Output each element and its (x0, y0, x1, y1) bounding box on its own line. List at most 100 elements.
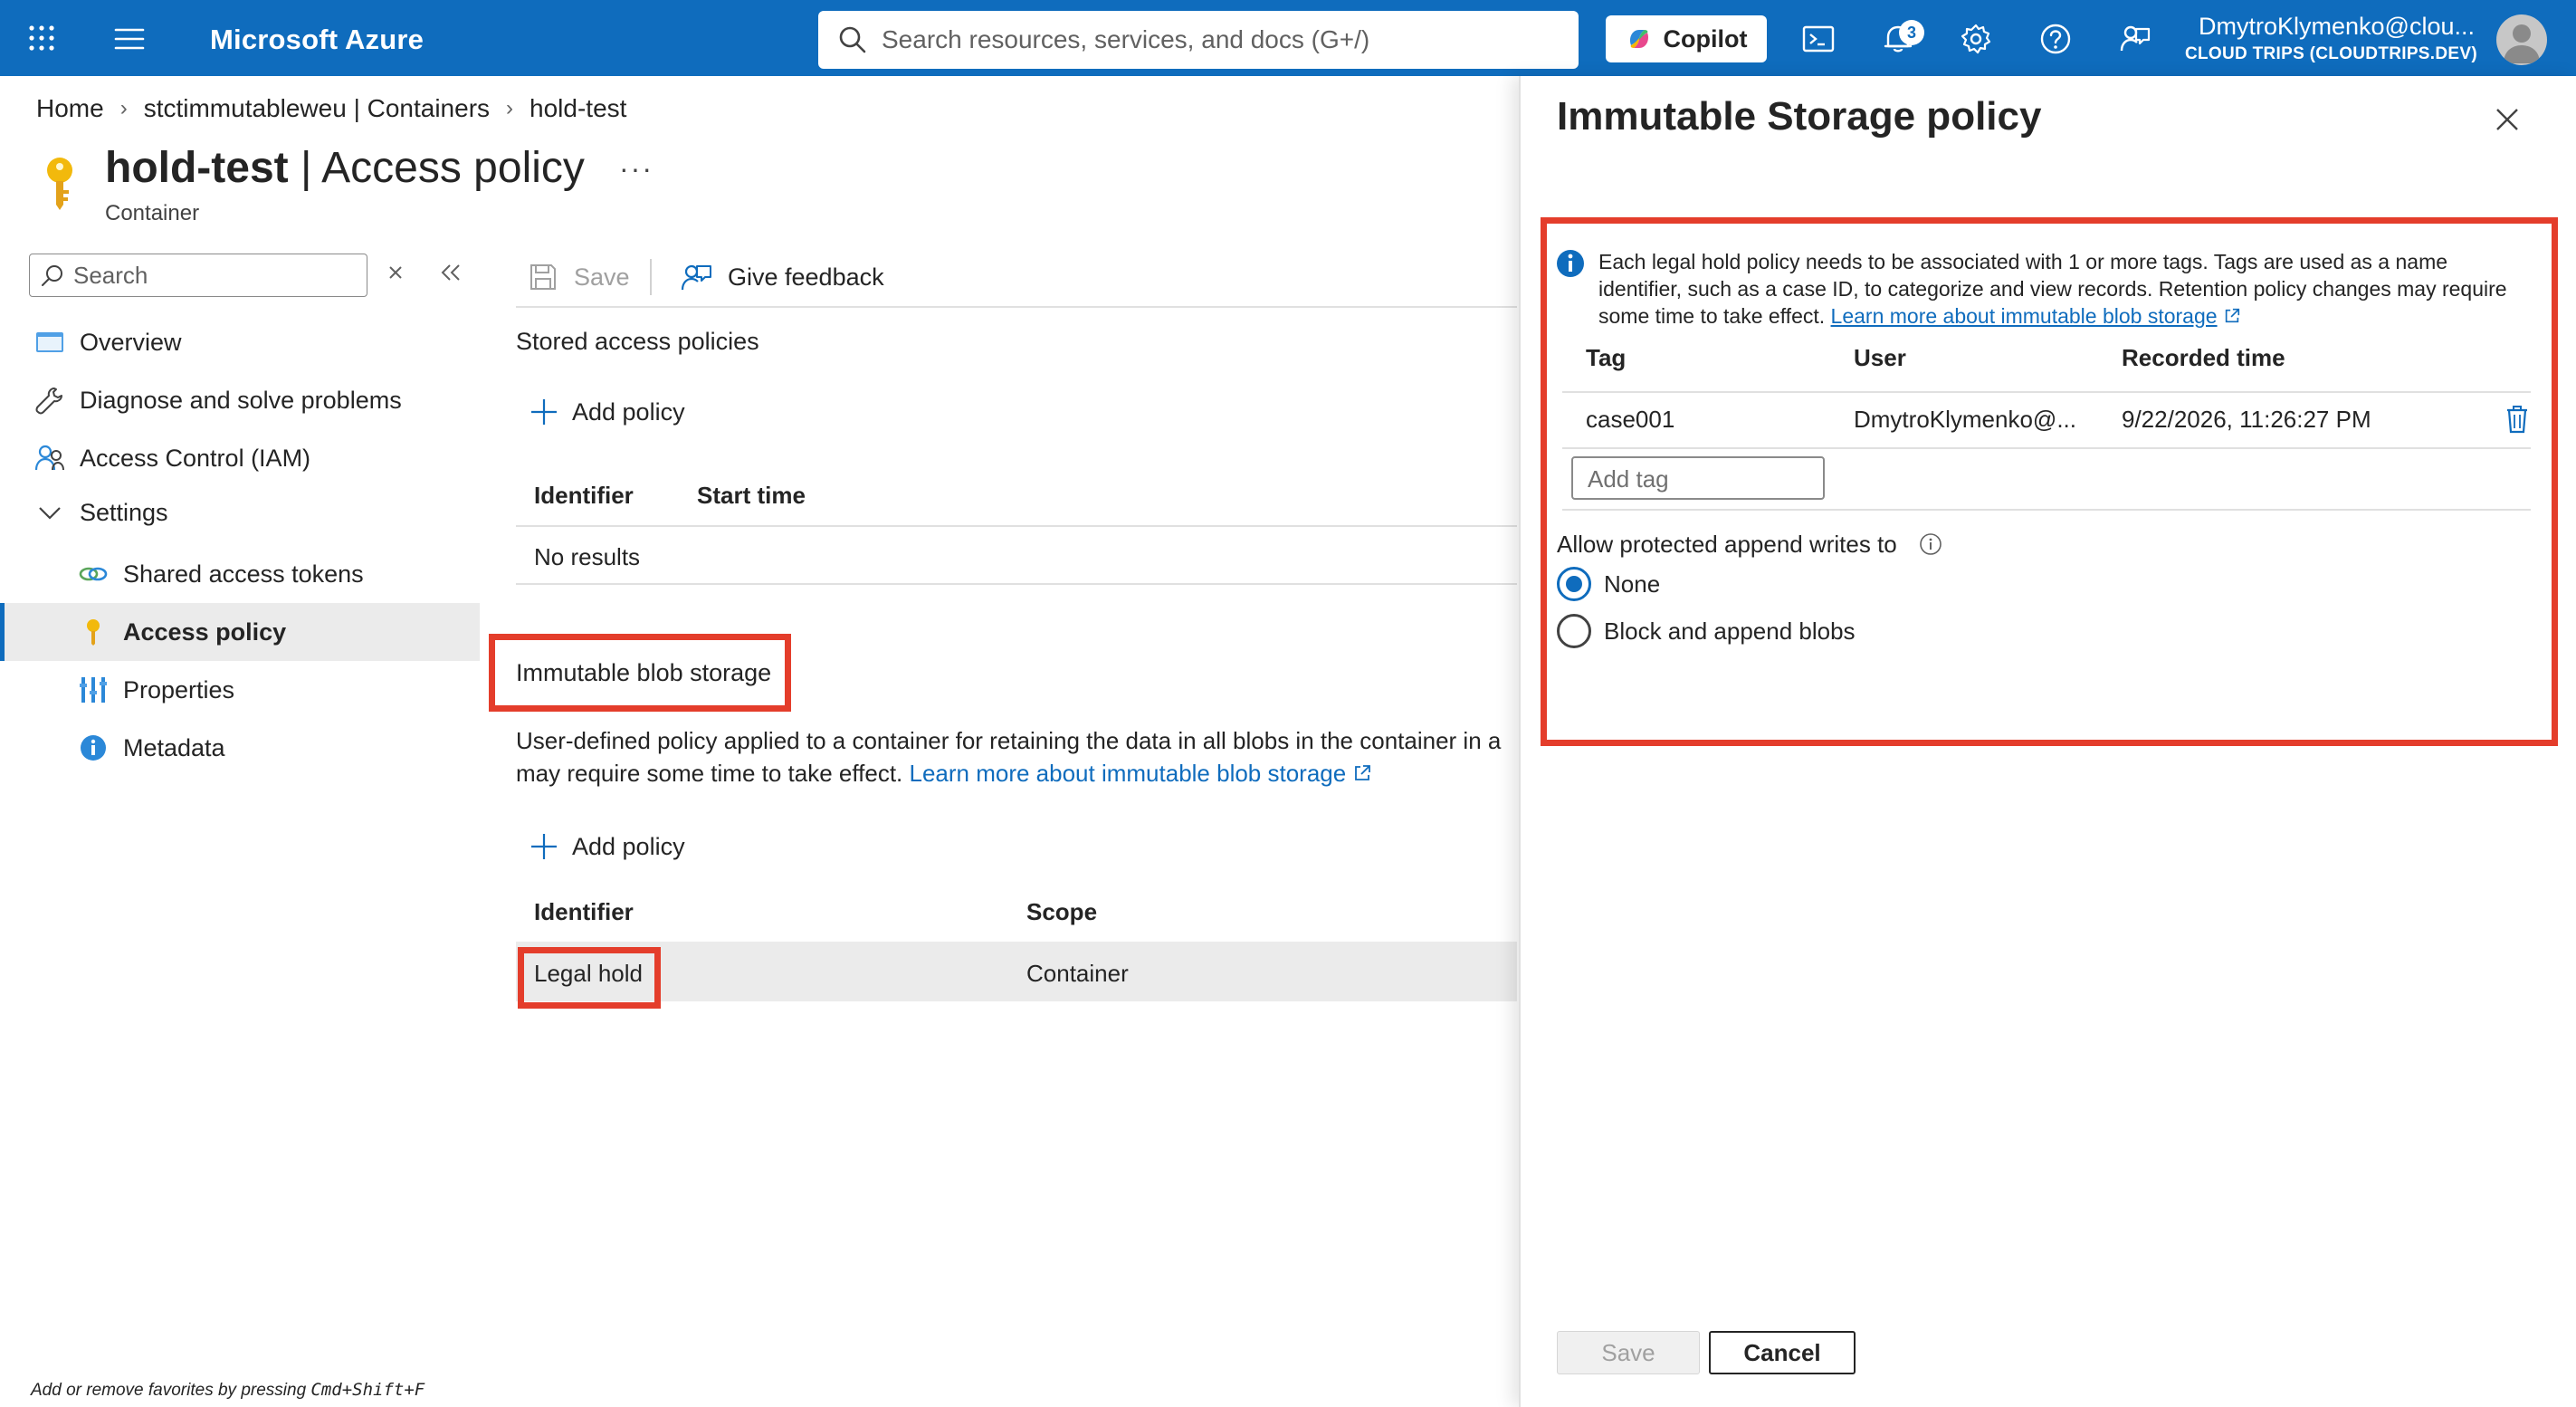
sidebar-search-input[interactable]: Search (29, 254, 367, 297)
info-learn-more-link[interactable]: Learn more about immutable blob storage (1831, 304, 2218, 328)
table-row[interactable] (516, 942, 1517, 1001)
blade-cancel-button[interactable]: Cancel (1709, 1331, 1856, 1374)
account-info[interactable]: DmytroKlymenko@clou... CLOUD TRIPS (CLOU… (2185, 13, 2477, 64)
info-icon (81, 735, 106, 761)
table-divider (1562, 447, 2531, 449)
immutable-storage-description: User-defined policy applied to a contain… (516, 724, 1517, 790)
give-feedback-label: Give feedback (728, 263, 884, 291)
policy-scope: Container (1026, 960, 1129, 987)
radio-block-and-append-label[interactable]: Block and append blobs (1604, 617, 1856, 646)
copilot-button[interactable]: Copilot (1606, 15, 1767, 62)
sidebar-item-label: Properties (123, 676, 235, 704)
sidebar-item-overview[interactable]: Overview (0, 313, 480, 371)
save-label: Save (574, 263, 630, 291)
column-header-tag: Tag (1586, 344, 1627, 371)
description-line-1: User-defined policy applied to a contain… (516, 727, 1502, 754)
breadcrumb-current[interactable]: hold-test (530, 94, 626, 123)
search-icon (42, 265, 62, 286)
people-icon (34, 445, 64, 471)
overview-icon (36, 332, 63, 352)
avatar[interactable] (2496, 14, 2547, 65)
immutable-storage-title: Immutable blob storage (516, 659, 772, 686)
cloud-shell-icon[interactable] (1801, 22, 1836, 56)
clear-filter-icon[interactable] (384, 261, 407, 284)
sidebar-item-properties[interactable]: Properties (0, 661, 480, 719)
learn-more-link[interactable]: Learn more about immutable blob storage (909, 760, 1346, 787)
sidebar-item-diagnose[interactable]: Diagnose and solve problems (0, 371, 480, 429)
feedback-icon[interactable] (2118, 22, 2152, 56)
breadcrumb-containers[interactable]: stctimmutableweu | Containers (144, 94, 490, 123)
sidebar-group-settings[interactable]: Settings (0, 483, 480, 541)
more-options-button[interactable]: ··· (619, 152, 654, 186)
description-line-2: may require some time to take effect. (516, 760, 910, 787)
command-bar: Save Give feedback (516, 254, 1517, 308)
external-link-icon (2225, 308, 2240, 323)
radio-block-and-append[interactable] (1557, 614, 1591, 648)
table-divider (1562, 509, 2531, 511)
close-icon[interactable] (2493, 105, 2522, 134)
global-search-input[interactable]: Search resources, services, and docs (G+… (818, 11, 1579, 69)
tag-user: DmytroKlymenko@... (1854, 406, 2076, 433)
hamburger-menu-icon[interactable] (114, 27, 145, 51)
breadcrumb-home[interactable]: Home (36, 94, 104, 123)
sidebar-item-shared-access-tokens[interactable]: Shared access tokens (0, 545, 480, 603)
brand-title[interactable]: Microsoft Azure (210, 24, 424, 56)
sidebar-item-label: Overview (80, 329, 182, 356)
page-title: hold-test | Access policy (105, 143, 585, 193)
save-button[interactable]: Save (527, 261, 630, 293)
table-divider (516, 525, 1517, 527)
radio-none[interactable] (1557, 567, 1591, 601)
save-icon (530, 264, 556, 290)
help-icon[interactable] (2038, 22, 2073, 56)
copilot-icon (1629, 30, 1648, 48)
info-icon (1557, 250, 1584, 277)
blade-save-button[interactable]: Save (1557, 1331, 1700, 1374)
key-icon (47, 158, 72, 210)
info-tooltip-icon[interactable] (1919, 532, 1942, 556)
sidebar-item-metadata[interactable]: Metadata (0, 719, 480, 777)
add-stored-policy-button[interactable]: Add policy (529, 397, 685, 427)
column-header-identifier[interactable]: Identifier (534, 898, 634, 926)
info-message: Each legal hold policy needs to be assoc… (1555, 248, 2524, 331)
notifications-badge: 3 (1899, 20, 1924, 45)
give-feedback-button[interactable]: Give feedback (681, 261, 884, 293)
sidebar-search-placeholder: Search (73, 261, 148, 289)
copilot-label: Copilot (1663, 24, 1748, 53)
tag-recorded-time: 9/22/2026, 11:26:27 PM (2122, 406, 2371, 433)
properties-icon (80, 677, 107, 703)
empty-results: No results (534, 543, 641, 570)
search-icon (839, 26, 866, 53)
tag-value: case001 (1586, 406, 1675, 433)
add-policy-label: Add policy (572, 397, 685, 426)
column-header-identifier[interactable]: Identifier (534, 482, 634, 510)
favorites-hint-text: Add or remove favorites by pressing (31, 1381, 311, 1400)
breadcrumb-separator-icon: › (119, 96, 128, 120)
stored-policies-title: Stored access policies (516, 328, 759, 355)
sidebar-item-label: Shared access tokens (123, 560, 364, 588)
plus-icon (531, 834, 557, 859)
top-bar: Microsoft Azure Search resources, servic… (0, 0, 2576, 76)
app-launcher-icon[interactable] (27, 24, 56, 53)
key-icon (87, 619, 100, 646)
table-divider (516, 583, 1517, 585)
breadcrumb-separator-icon: › (506, 96, 514, 120)
delete-tag-icon[interactable] (2504, 404, 2531, 435)
sidebar-item-label: Metadata (123, 734, 225, 761)
chevron-down-icon (39, 507, 61, 520)
append-writes-label: Allow protected append writes to (1557, 531, 1897, 558)
sidebar-item-iam[interactable]: Access Control (IAM) (0, 429, 480, 487)
column-header-scope[interactable]: Scope (1026, 898, 1097, 926)
column-header-start-time[interactable]: Start time (697, 482, 806, 510)
user-avatar-icon (2504, 24, 2540, 63)
page-title-resource: hold-test (105, 144, 289, 192)
settings-gear-icon[interactable] (1959, 22, 1993, 56)
immutable-policy-blade: Immutable Storage policy Each legal hold… (1519, 76, 2576, 1407)
page-title-section: | Access policy (288, 144, 585, 192)
add-tag-input[interactable]: Add tag (1571, 456, 1825, 500)
collapse-sidebar-icon[interactable] (438, 261, 463, 284)
add-immutable-policy-button[interactable]: Add policy (529, 831, 685, 862)
sidebar-item-label: Diagnose and solve problems (80, 387, 402, 414)
radio-none-label[interactable]: None (1604, 570, 1660, 598)
breadcrumb: Home › stctimmutableweu | Containers › h… (36, 94, 626, 123)
sidebar-item-access-policy[interactable]: Access policy (0, 603, 480, 661)
